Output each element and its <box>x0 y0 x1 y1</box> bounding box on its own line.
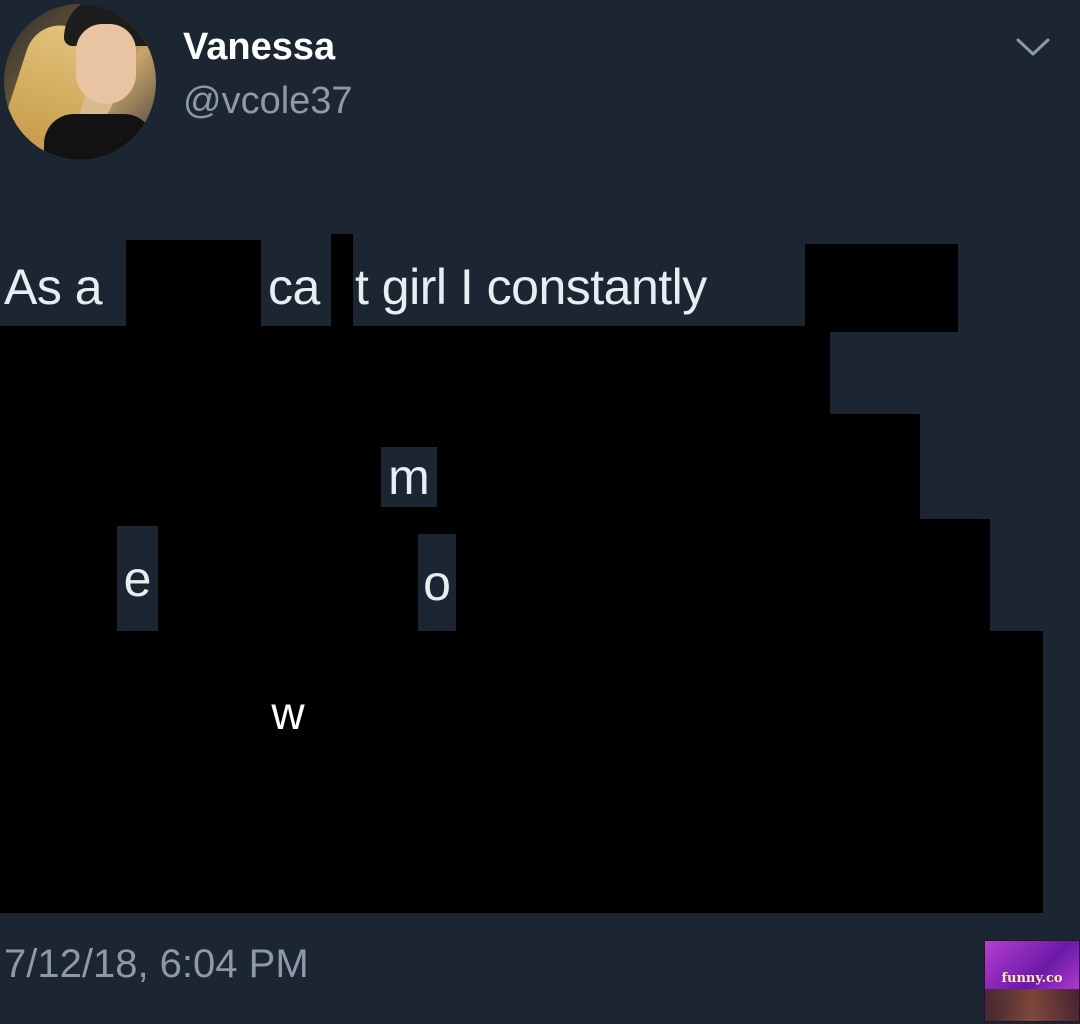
avatar-shirt <box>44 114 154 160</box>
redaction-block <box>0 326 830 416</box>
watermark-logo: funny.co <box>984 940 1080 1022</box>
redaction-block <box>805 244 958 332</box>
avatar[interactable] <box>4 4 156 160</box>
redaction-block <box>331 234 353 326</box>
tweet-text-start: As a <box>4 259 103 315</box>
display-name[interactable]: Vanessa <box>183 26 335 69</box>
tweet-fragment-o: o <box>418 534 456 631</box>
watermark-text: funny.co <box>1001 971 1063 986</box>
redaction-block <box>126 240 261 330</box>
chevron-down-icon[interactable] <box>1016 36 1050 58</box>
user-handle[interactable]: @vcole37 <box>183 80 353 123</box>
tweet-text-end: t girl I constantly <box>355 259 707 315</box>
timestamp[interactable]: 7/12/18, 6:04 PM <box>4 942 309 987</box>
tweet-fragment-w: w <box>271 686 305 739</box>
redaction-block <box>0 414 920 524</box>
tweet-fragment-m: m <box>381 447 437 507</box>
avatar-face <box>76 24 136 104</box>
tweet-fragment-e: e <box>117 526 158 631</box>
tweet-text-mid: ca <box>268 259 320 315</box>
redaction-block <box>0 631 1043 913</box>
watermark-bar <box>985 989 1079 1021</box>
